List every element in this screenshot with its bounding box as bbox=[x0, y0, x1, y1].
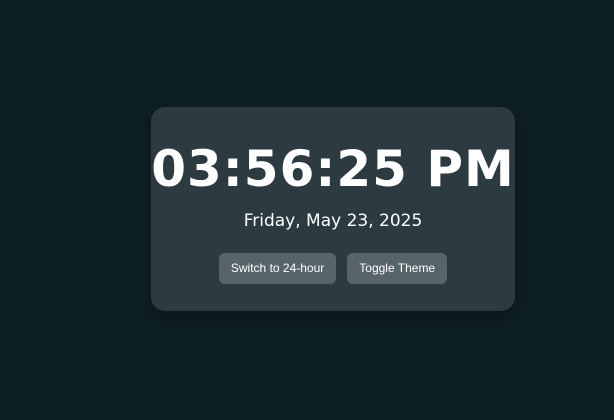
page-background: { "clock": { "time": "03:56:25 PM", "dat… bbox=[0, 0, 614, 420]
time-display: 03:56:25 PM bbox=[151, 140, 515, 198]
switch-24-hour-button[interactable]: Switch to 24-hour bbox=[218, 253, 337, 284]
date-display: Friday, May 23, 2025 bbox=[243, 211, 423, 231]
clock-card: 03:56:25 PM Friday, May 23, 2025 Switch … bbox=[151, 107, 515, 311]
clock-controls: Switch to 24-hour Toggle Theme bbox=[151, 253, 515, 284]
toggle-theme-button[interactable]: Toggle Theme bbox=[347, 253, 448, 284]
